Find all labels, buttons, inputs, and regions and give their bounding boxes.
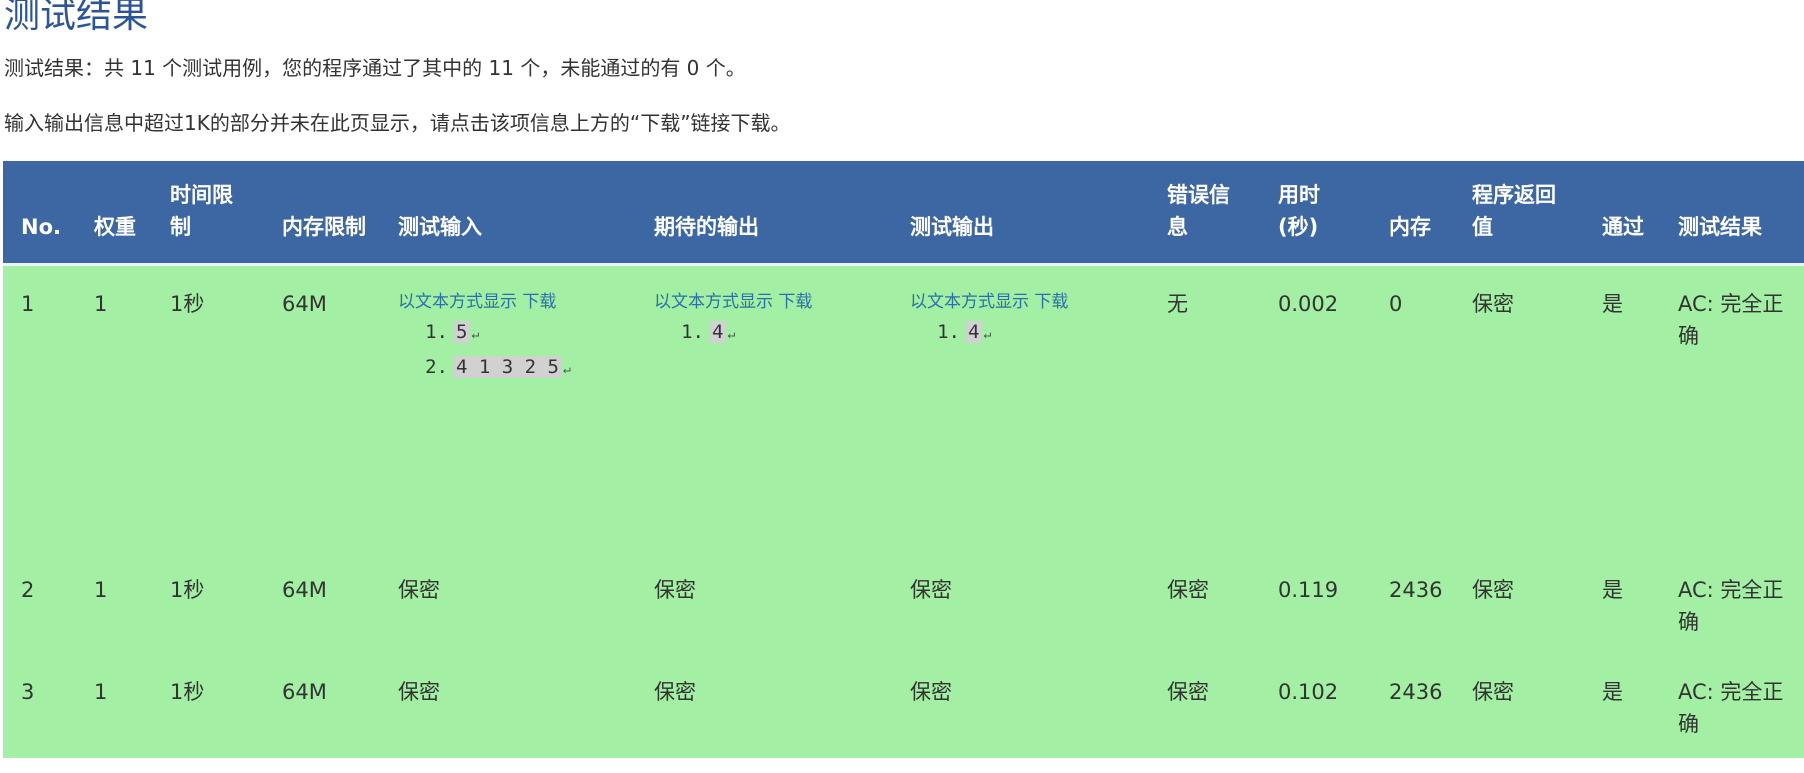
code-listing: 1. 5 ↵ 2. 4 1 3 2 5 ↵ [398,316,624,386]
cell-error-info: 保密 [1167,578,1209,602]
show-as-text-link[interactable]: 以文本方式显示 [910,292,1029,312]
col-header-test-input: 测试输入 [398,214,482,239]
code-line: 1. 4 ↵ [910,316,1137,351]
cell-memory-limit: 64M [282,578,327,602]
cell-no: 1 [21,291,35,316]
col-header-result: 测试结果 [1678,214,1762,239]
code-line: 1. 4 ↵ [654,316,880,351]
io-links: 以文本方式显示 下载 [654,292,880,312]
cell-test-input: 保密 [398,578,440,602]
cell-time-limit: 1秒 [170,680,205,704]
code-line: 2. 4 1 3 2 5 ↵ [398,351,624,386]
cell-weight: 1 [94,578,108,602]
cell-return-value: 保密 [1472,680,1514,704]
line-number: 2. [425,355,448,378]
col-header-expected-output: 期待的输出 [654,214,759,239]
cell-return-value: 保密 [1472,578,1514,602]
cell-result: AC: 完全正确 [1678,291,1784,348]
cell-memory: 0 [1389,291,1403,316]
code-listing: 1. 4 ↵ [654,316,880,351]
cell-memory-limit: 64M [282,680,327,704]
show-as-text-link[interactable]: 以文本方式显示 [654,292,773,312]
col-header-test-output: 测试输出 [910,214,994,239]
code-text: 4 1 3 2 5 [454,355,561,378]
cell-weight: 1 [94,291,108,316]
table-row: 3 1 1秒 64M 保密 保密 保密 保密 0.102 2436 保密 是 A… [3,654,1804,758]
cell-test-input: 以文本方式显示 下载 1. 5 ↵ 2. 4 1 3 2 5 ↵ [380,264,636,552]
col-header-time-used: 用时(秒) [1278,182,1320,239]
cell-passed: 是 [1602,680,1623,704]
cell-expected-output: 以文本方式显示 下载 1. 4 ↵ [636,264,892,552]
cell-result: AC: 完全正确 [1678,680,1784,736]
col-header-memory-limit: 内存限制 [282,214,366,239]
cell-passed: 是 [1602,578,1623,602]
show-as-text-link[interactable]: 以文本方式显示 [398,292,517,312]
download-link[interactable]: 下载 [522,292,556,312]
cell-test-input: 保密 [398,680,440,704]
download-notice: 输入输出信息中超过1K的部分并未在此页显示，请点击该项信息上方的“下载”链接下载… [4,111,791,135]
cell-time-used: 0.119 [1278,578,1339,602]
col-header-error-info: 错误信息 [1167,182,1230,239]
cell-time-used: 0.102 [1278,680,1339,704]
col-header-no: No. [21,214,61,239]
cell-error-info: 保密 [1167,680,1209,704]
table-header-row: No. 权重 时间限制 内存限制 测试输入 期待的输出 测试输出 错误信息 用时… [3,161,1804,264]
download-link[interactable]: 下载 [778,292,812,312]
code-text: 4 [710,320,726,343]
col-header-return-value: 程序返回值 [1472,182,1556,239]
table-row: 2 1 1秒 64M 保密 保密 保密 保密 0.119 2436 保密 是 A… [3,552,1804,654]
io-links: 以文本方式显示 下载 [910,292,1137,312]
line-number: 1. [937,320,960,343]
cell-time-limit: 1秒 [170,291,205,316]
return-icon: ↵ [983,326,992,342]
code-line: 1. 5 ↵ [398,316,624,351]
col-header-weight: 权重 [94,214,136,239]
cell-passed: 是 [1602,291,1623,316]
download-link[interactable]: 下载 [1034,292,1068,312]
table-row: 1 1 1秒 64M 以文本方式显示 下载 1. 5 ↵ 2. 4 1 3 2 5 ↵ … [3,264,1804,552]
results-table: No. 权重 时间限制 内存限制 测试输入 期待的输出 测试输出 错误信息 用时… [3,161,1804,758]
cell-expected-output: 保密 [654,578,696,602]
cell-memory-limit: 64M [282,291,327,316]
cell-test-output: 保密 [910,578,952,602]
return-icon: ↵ [471,326,480,342]
col-header-memory: 内存 [1389,214,1431,239]
page-title: 测试结果 [4,0,149,36]
cell-return-value: 保密 [1472,291,1514,316]
return-icon: ↵ [562,361,571,377]
test-summary: 测试结果：共 11 个测试用例，您的程序通过了其中的 11 个，未能通过的有 0… [4,56,746,80]
code-text: 5 [454,320,470,343]
col-header-passed: 通过 [1602,214,1644,239]
cell-no: 3 [21,680,35,704]
io-links: 以文本方式显示 下载 [398,292,624,312]
cell-memory: 2436 [1389,680,1443,704]
cell-weight: 1 [94,680,108,704]
line-number: 1. [425,320,448,343]
cell-test-output: 保密 [910,680,952,704]
col-header-time-limit: 时间限制 [170,182,233,239]
cell-expected-output: 保密 [654,680,696,704]
cell-test-output: 以文本方式显示 下载 1. 4 ↵ [892,264,1149,552]
return-icon: ↵ [727,326,736,342]
line-number: 1. [681,320,704,343]
cell-time-used: 0.002 [1278,291,1339,316]
cell-no: 2 [21,578,35,602]
cell-error-info: 无 [1167,291,1188,316]
cell-result: AC: 完全正确 [1678,578,1784,634]
cell-time-limit: 1秒 [170,578,205,602]
code-text: 4 [966,320,982,343]
cell-memory: 2436 [1389,578,1443,602]
code-listing: 1. 4 ↵ [910,316,1137,351]
